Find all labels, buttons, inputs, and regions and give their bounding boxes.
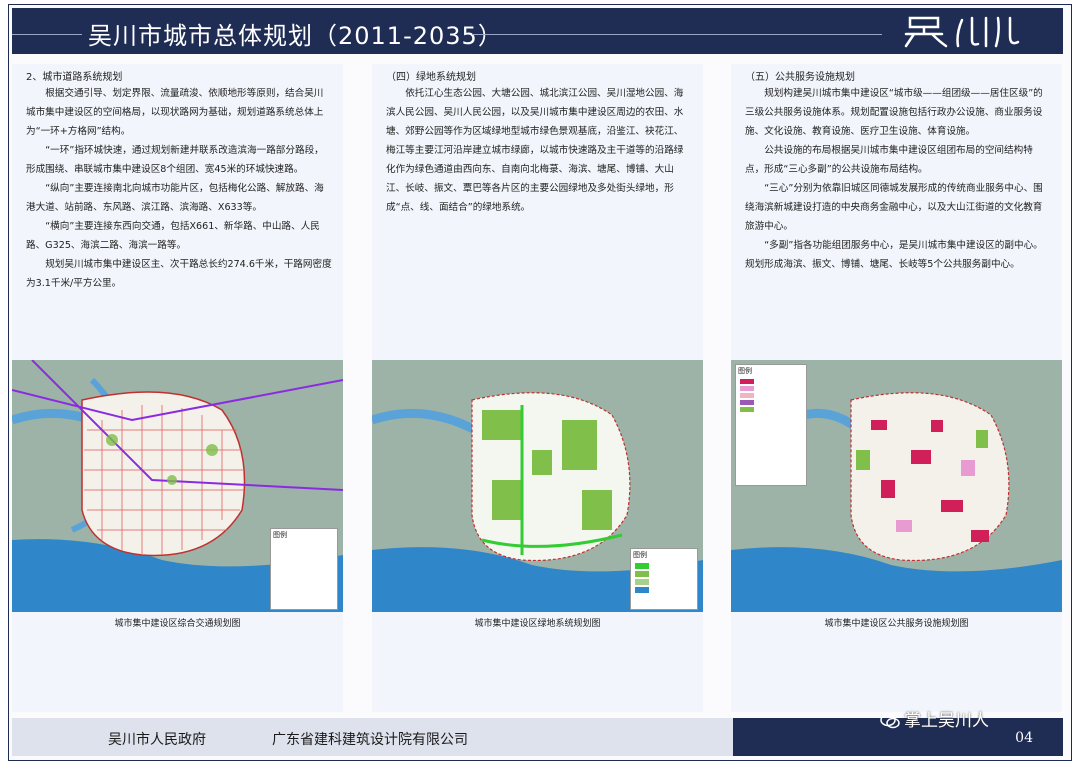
watermark: 掌上吴川人 (880, 706, 989, 731)
section-body: 规划构建吴川城市集中建设区“城市级——组团级——居住区级”的三级公共服务设施体系… (745, 84, 1051, 274)
section-body: 根据交通引导、划定界限、流量疏浚、依顺地形等原则，结合吴川城市集中建设区的空间格… (26, 84, 332, 293)
header-rule-left (12, 34, 82, 35)
public-facilities-map: 图例 (731, 360, 1062, 612)
legend-title: 图例 (273, 531, 287, 539)
paragraph: “多副”指各功能组团服务中心，是吴川城市集中建设区的副中心。规划形成海滨、振文、… (745, 240, 1043, 270)
watermark-text: 掌上吴川人 (904, 711, 989, 731)
paragraph: 规划吴川城市集中建设区主、次干路总长约274.6千米，干路网密度为3.1千米/平… (26, 259, 332, 289)
road-system-map: 图例 (12, 360, 343, 612)
wechat-icon (880, 713, 900, 729)
legend-swatch (635, 587, 649, 593)
column-green-system: （四）绿地系统规划 依托江心生态公园、大塘公园、城北滨江公园、吴川湿地公园、海滨… (372, 64, 703, 712)
paragraph: 根据交通引导、划定界限、流量疏浚、依顺地形等原则，结合吴川城市集中建设区的空间格… (26, 88, 324, 137)
paragraph: “纵向”主要连接南北向城市功能片区，包括梅化公路、解放路、海港大道、站前路、东风… (26, 183, 324, 213)
legend-title: 图例 (633, 551, 647, 559)
page-header: 吴川市城市总体规划（2011-2035） (12, 8, 1063, 54)
legend-swatch (635, 579, 649, 585)
paragraph: 公共设施的布局根据吴川城市集中建设区组团布局的空间结构特点，形成“三心多副”的公… (745, 145, 1033, 175)
page-title: 吴川市城市总体规划（2011-2035） (88, 22, 503, 50)
legend-swatch (740, 393, 754, 398)
legend-swatch (740, 400, 754, 405)
section-heading: 2、城市道路系统规划 (26, 72, 123, 83)
legend-swatch (740, 407, 754, 412)
green-system-map: 图例 (372, 360, 703, 612)
legend-swatch (635, 571, 649, 577)
section-heading: （五）公共服务设施规划 (745, 72, 855, 83)
wuchuan-logo (904, 16, 1020, 48)
column-public-facilities: （五）公共服务设施规划 规划构建吴川城市集中建设区“城市级——组团级——居住区级… (731, 64, 1062, 712)
section-heading: （四）绿地系统规划 (386, 72, 476, 83)
legend-swatch (740, 386, 754, 391)
footer-org-institute: 广东省建科建筑设计院有限公司 (272, 732, 468, 748)
road-map-legend: 图例 (270, 528, 338, 610)
legend-swatch (635, 563, 649, 569)
footer-org-government: 吴川市人民政府 (108, 732, 206, 748)
legend-swatch (740, 379, 754, 384)
paragraph: “横向”主要连接东西向交通，包括X661、新华路、中山路、人民路、G325、海滨… (26, 221, 320, 251)
page-number: 04 (1015, 730, 1033, 746)
paragraph: 依托江心生态公园、大塘公园、城北滨江公园、吴川湿地公园、海滨人民公园、吴川人民公… (386, 88, 684, 213)
section-body: 依托江心生态公园、大塘公园、城北滨江公园、吴川湿地公园、海滨人民公园、吴川人民公… (386, 84, 692, 217)
header-rule-right (472, 34, 882, 35)
map-caption: 城市集中建设区公共服务设施规划图 (824, 619, 969, 629)
map-caption: 城市集中建设区绿地系统规划图 (474, 619, 601, 629)
facilities-map-legend: 图例 (735, 364, 807, 486)
legend-title: 图例 (738, 367, 752, 375)
paragraph: 规划构建吴川城市集中建设区“城市级——组团级——居住区级”的三级公共服务设施体系… (745, 88, 1043, 137)
green-map-legend: 图例 (630, 548, 698, 610)
paragraph: “一环”指环城快速，通过规划新建并联系改造滨海一路部分路段，形成围绕、串联城市集… (26, 145, 324, 175)
column-road-system: 2、城市道路系统规划 根据交通引导、划定界限、流量疏浚、依顺地形等原则，结合吴川… (12, 64, 343, 712)
map-caption: 城市集中建设区综合交通规划图 (114, 619, 241, 629)
paragraph: “三心”分别为依靠旧城区同德城发展形成的传统商业服务中心、围绕海滨新城建设打造的… (745, 183, 1043, 232)
